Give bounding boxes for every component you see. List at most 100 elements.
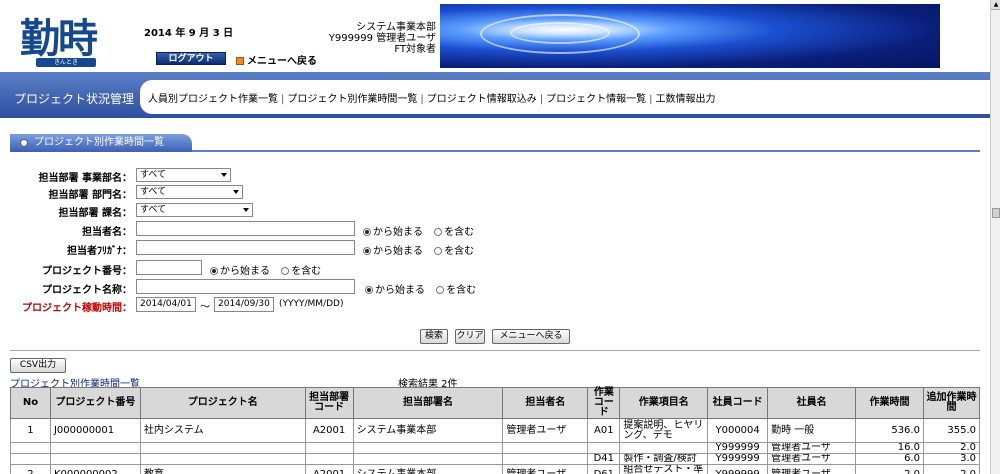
table-cell [502,442,589,454]
nav-bar: プロジェクト状況管理 人員別プロジェクト作業一覧 | プロジェクト別作業時間一覧 | プ… [0,72,990,118]
clear-button[interactable]: クリア [455,329,485,344]
scroll-up-icon[interactable]: ▲ [991,0,1000,10]
nav-menu: 人員別プロジェクト作業一覧 | プロジェクト別作業時間一覧 | プロジェクト情報取込み |… [148,94,716,105]
nav-item-export[interactable]: 工数情報出力 [656,94,716,105]
table-cell: 社内システム [139,418,306,443]
radio-starts-with[interactable] [365,286,373,294]
tanto-label: 担当者名： [82,227,132,238]
radio-contains[interactable] [434,228,443,236]
app-logo[interactable]: 勤時 きんとき [16,6,116,68]
col-header: 作業時間 [855,387,924,419]
table-cell: D61 [587,464,621,474]
tanto-kana-input[interactable] [136,240,355,255]
vertical-scrollbar[interactable]: ▲ [990,0,1000,474]
pj-no-match-radio: から始まる を含む [210,262,329,277]
divider [10,350,980,351]
radio-contains[interactable] [436,286,445,294]
ka-select[interactable]: すべて [136,203,253,217]
table-cell: 管理者ユーザ [767,464,857,474]
table-cell: 1 [10,418,51,443]
jigyobu-select[interactable]: すべて [136,168,231,182]
nav-item-import[interactable]: プロジェクト情報取込み [427,94,537,105]
banner-ring [510,22,610,44]
table-cell: 2.0 [922,464,981,474]
table-cell: A2001 [304,464,354,474]
results-table: No プロジェクト番号 プロジェクト名 担当部署コード 担当部署名 担当者名 作… [10,387,981,474]
table-cell: 2.0 [855,464,924,474]
current-date: 2014 年 9 月 3 日 [144,28,234,39]
table-cell: J000000001 [49,418,141,443]
period-to-input[interactable]: 2014/09/30 [214,297,274,312]
table-cell [10,453,51,465]
nav-item-project-hours[interactable]: プロジェクト別作業時間一覧 [287,94,417,105]
table-cell: Y000004 [707,418,769,443]
table-cell: システム事業本部 [352,464,504,474]
logout-button[interactable]: ログアウト [156,52,226,65]
table-cell: 2.0 [922,442,981,454]
table-cell: Y999999 [707,453,769,465]
radio-starts-with[interactable] [363,247,371,255]
period-separator: ～ [200,302,210,313]
table-cell: システム事業本部 [352,418,504,443]
table-cell: 管理者ユーザ [502,418,589,443]
pj-no-input[interactable] [136,260,202,275]
table-cell: 組合せテスト・準備 [619,464,709,474]
table-cell: 355.0 [922,418,981,443]
col-header: 担当部署名 [352,387,504,419]
nav-title: プロジェクト状況管理 [14,92,135,106]
table-cell: 提案説明、ヒヤリング、デモ [619,418,709,443]
bullet-icon [20,139,28,147]
table-row: 1 J000000001 社内システム A2001 システム事業本部 管理者ユーザ A01 提… [10,418,981,443]
pj-name-match-radio: から始まる を含む [365,281,484,296]
col-header: No [10,387,51,419]
orange-square-icon [236,57,244,65]
user-info: システム事業本部 Y999999 管理者ユーザ FT対象者 [328,22,436,55]
tanto-match-radio: から始まる を含む [363,223,482,238]
col-header: 追加作業時間 [922,387,981,419]
table-cell: Y999999 [707,442,769,454]
table-cell: 6.0 [855,453,924,465]
table-cell [352,442,504,454]
nav-item-project-list[interactable]: プロジェクト情報一覧 [546,94,646,105]
table-cell: 管理者ユーザ [502,464,589,474]
table-cell [49,453,141,465]
table-cell: 管理者ユーザ [767,442,857,454]
table-cell: A2001 [304,418,354,443]
col-header: 担当部署コード [304,387,354,419]
tanto-input[interactable] [136,221,355,236]
table-cell: A01 [587,418,621,443]
table-row: 2K000000002教育A2001システム事業本部管理者ユーザD61組合せテス… [10,464,981,474]
scrollbar-thumb[interactable] [992,208,1000,218]
table-cell: D41 [587,453,621,465]
pj-no-label: プロジェクト番号： [42,266,132,277]
header-banner-image [440,4,940,68]
table-cell: 製作・調査/検討 [619,453,709,465]
table-cell: K000000002 [49,464,141,474]
radio-contains[interactable] [281,267,290,275]
table-cell: 教育 [139,464,306,474]
search-button[interactable]: 検索 [420,329,448,344]
table-cell: 16.0 [855,442,924,454]
col-header: プロジェクト名 [139,387,306,419]
col-header: 作業コード [587,387,621,419]
radio-starts-with[interactable] [210,267,218,275]
table-cell [304,453,354,465]
period-from-input[interactable]: 2014/04/01 [136,297,196,312]
radio-starts-with[interactable] [363,228,371,236]
radio-contains[interactable] [434,247,443,255]
bumon-select[interactable]: すべて [136,185,243,199]
table-cell: 3.0 [922,453,981,465]
menu-back-button[interactable]: メニューへ戻る [492,329,570,344]
col-header: 作業項目名 [619,387,709,419]
pj-name-input[interactable] [136,279,355,294]
menu-back-link[interactable]: メニューへ戻る [236,52,317,67]
table-cell [139,453,306,465]
col-header: 社員名 [767,387,857,419]
table-cell [10,442,51,454]
table-cell: 2 [10,464,51,474]
nav-item-personnel[interactable]: 人員別プロジェクト作業一覧 [148,94,278,105]
table-cell [139,442,306,454]
chevron-down-icon [221,173,227,177]
csv-export-button[interactable]: CSV出力 [10,358,66,373]
table-cell [619,442,709,454]
